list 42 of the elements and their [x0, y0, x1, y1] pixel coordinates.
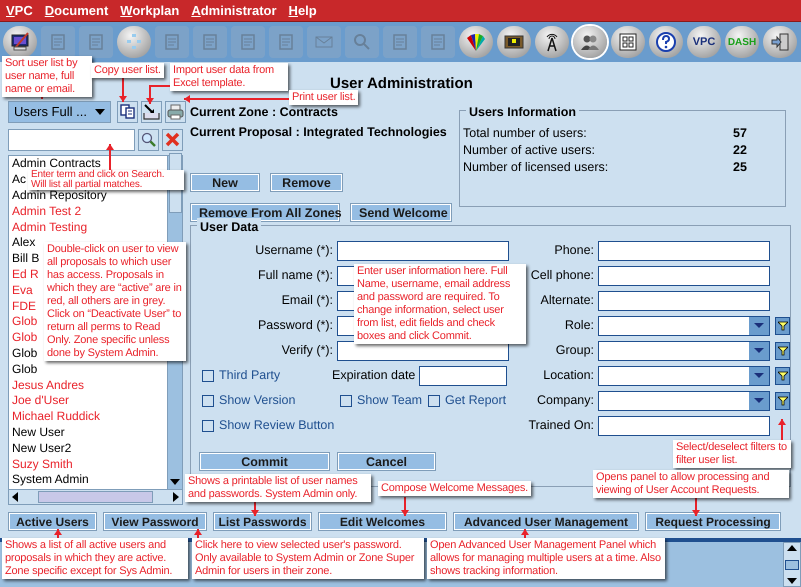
checkbox-label: Show Team: [357, 392, 422, 410]
field-label: Email (*):: [280, 292, 333, 310]
page-title: User Administration: [330, 75, 473, 92]
annotation-tooltip: Compose Welcome Messages.: [378, 481, 532, 496]
annotation-tooltip: Shows a list of all active users and proposals in which they are active. Zone specific except for Sys Admin.: [2, 538, 188, 579]
annotation-tooltip: Opens panel to allow processing and viewing of User Account Requests.: [593, 470, 789, 498]
field-label: Verify (*):: [280, 342, 333, 360]
field-label: Alternate:: [539, 292, 594, 310]
field-label: Expiration date: [332, 367, 416, 384]
checkbox-label: Get Report: [445, 392, 506, 410]
field-label: Cell phone:: [530, 267, 594, 284]
field-label: Company:: [536, 392, 594, 410]
info-label: Total number of users:: [463, 125, 588, 142]
annotation-tooltip: Click here to view selected user's password. Only available to System Admin or Zone Super Admin for users in their zone.: [192, 538, 424, 579]
field-label: Username (*):: [254, 242, 333, 260]
field-label: Trained On:: [527, 417, 594, 434]
annotation-tooltip: Shows a printable list of user names and passwords. System Admin only.: [185, 474, 371, 502]
annotation-tooltip: Enter term and click on Search. Will list all partial matches.: [28, 170, 184, 190]
annotation-tooltip: Print user list.: [289, 90, 358, 105]
current-proposal: Current Proposal : Integrated Technologies: [190, 124, 448, 141]
info-label: Number of licensed users:: [463, 159, 610, 176]
annotation-tooltip: Select/deselect filters to filter user list.: [673, 440, 791, 468]
field-label: Full name (*):: [256, 267, 333, 284]
info-value: 22: [733, 142, 747, 160]
field-label: Location:: [542, 367, 594, 384]
annotation-tooltip: Open Advanced User Management Panel which allows for managing multiple users at a time. Also shows tracking information.: [427, 538, 665, 579]
field-label: Group:: [554, 342, 594, 360]
field-label: Phone:: [553, 242, 594, 260]
info-label: Number of active users:: [463, 142, 596, 160]
annotation-tooltip: Copy user list.: [91, 63, 164, 78]
checkbox-label: Show Review Button: [219, 417, 334, 434]
checkbox-label: Show Version: [219, 392, 296, 410]
info-value: 57: [733, 125, 747, 142]
field-label: Password (*):: [256, 317, 333, 334]
annotation-tooltip: Double-click on user to view all proposals to which user has access. Proposals in which they are “active” are in red, all others are in grey. Click on “Deactivate User” to return all perms to Read Only. Zone specific unless done by System Admin.: [44, 242, 186, 361]
annotation-tooltip: Sort user list by user name, full name or email.: [2, 56, 92, 97]
annotation-tooltip: Import user data from Excel template.: [170, 63, 288, 91]
current-zone: Current Zone : Contracts: [190, 104, 339, 121]
checkbox-label: Third Party: [219, 367, 280, 384]
field-label: Role:: [564, 317, 594, 334]
info-value: 25: [733, 159, 747, 176]
annotation-tooltip: Enter user information here. Full Name, username, email address and password are required. To change information, select user from list, edit fields and check boxes and click Commit.: [354, 264, 526, 344]
